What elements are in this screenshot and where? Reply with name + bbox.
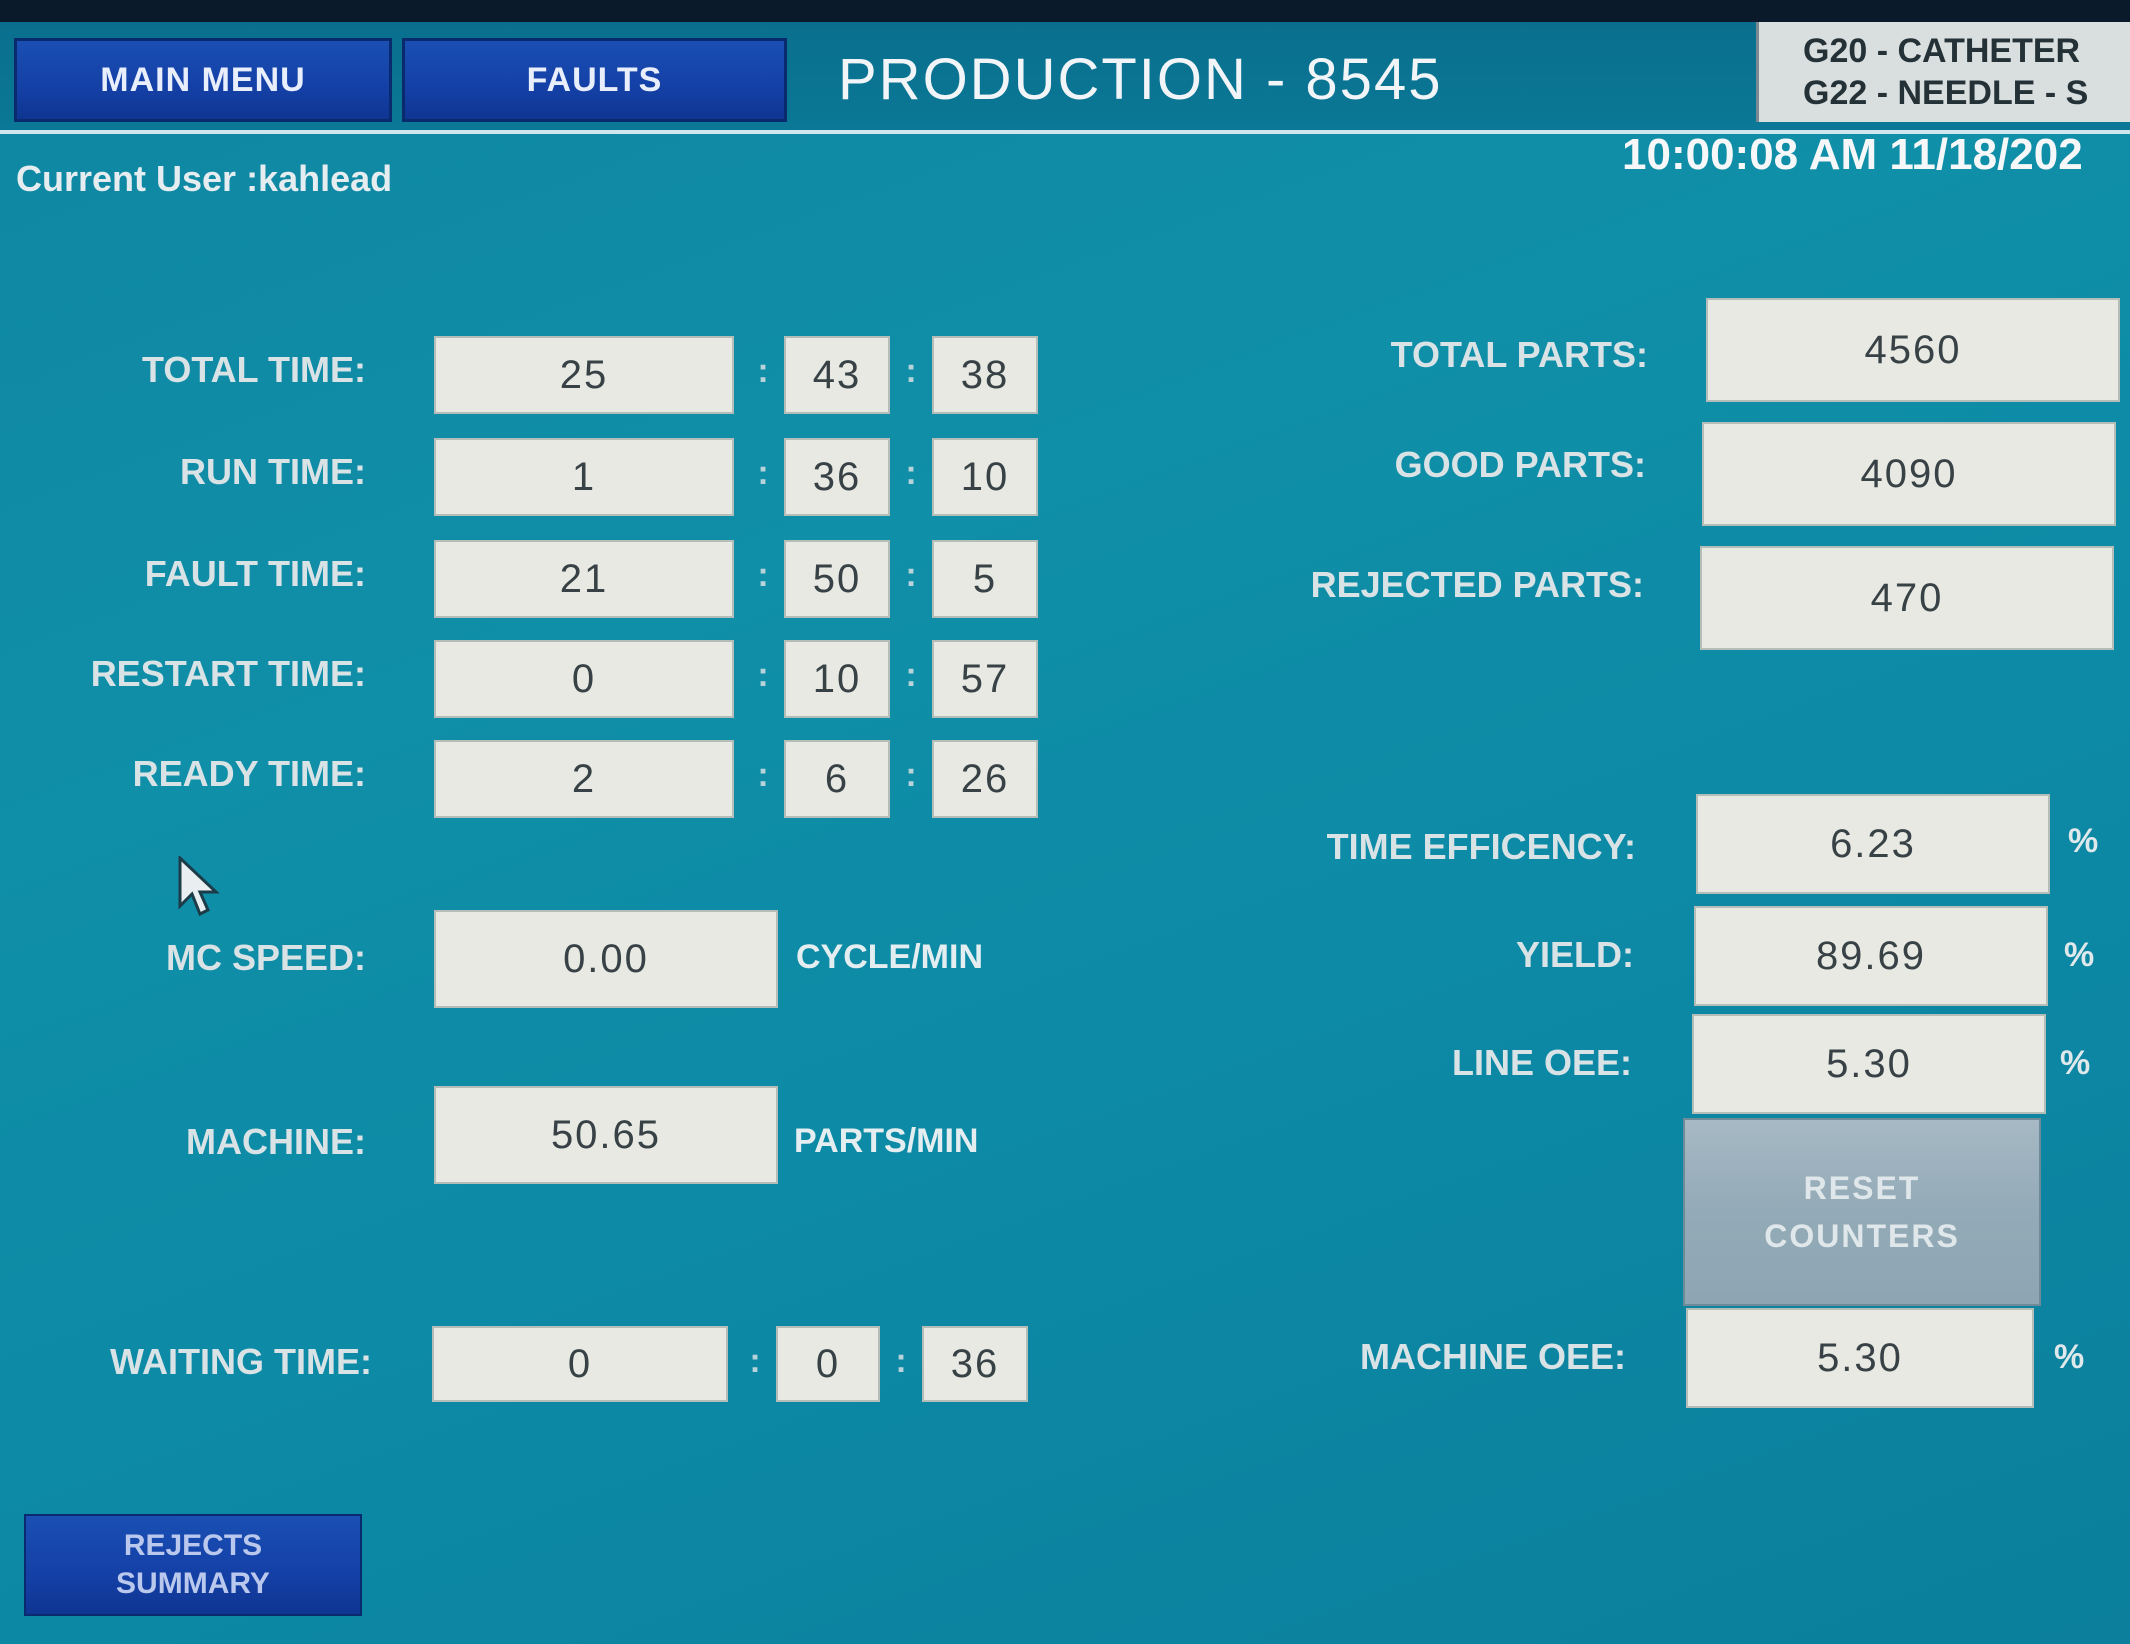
run-time-label: RUN TIME: xyxy=(180,451,366,492)
good-parts-field: 4090 xyxy=(1702,422,2116,526)
fault-time-label: FAULT TIME: xyxy=(144,553,366,594)
fault-time-seconds-field: 5 xyxy=(932,540,1038,618)
reset-counters-button[interactable]: RESET COUNTERS xyxy=(1683,1118,2041,1306)
product-line-2: G22 - NEEDLE - S xyxy=(1803,74,2089,112)
rejects-summary-line-1: REJECTS xyxy=(123,1529,263,1562)
time-separator: : xyxy=(895,1342,907,1380)
ready-time-label: READY TIME: xyxy=(132,753,366,794)
time-separator: : xyxy=(757,756,769,794)
monitor-bezel xyxy=(0,0,2130,22)
product-line-1: G20 - CATHETER xyxy=(1803,32,2081,70)
time-separator: : xyxy=(757,556,769,594)
time-separator: : xyxy=(757,454,769,492)
production-screen: MAIN MENU FAULTS PRODUCTION - 8545 G20 -… xyxy=(0,0,2130,1644)
run-time-minutes-field: 36 xyxy=(784,438,890,516)
ready-time-seconds-field: 26 xyxy=(932,740,1038,818)
yield-label: YIELD: xyxy=(1515,934,1634,975)
current-user-label: Current User :kahlead xyxy=(16,158,393,199)
machine-oee-unit: % xyxy=(2054,1338,2085,1376)
mc-speed-field: 0.00 xyxy=(434,910,778,1008)
waiting-time-label: WAITING TIME: xyxy=(110,1341,372,1382)
total-parts-field: 4560 xyxy=(1706,298,2120,402)
time-separator: : xyxy=(905,352,917,390)
page-title: PRODUCTION - 8545 xyxy=(838,46,1443,112)
total-parts-label: TOTAL PARTS: xyxy=(1390,334,1648,375)
time-separator: : xyxy=(905,556,917,594)
yield-field: 89.69 xyxy=(1694,906,2048,1006)
rejects-summary-line-2: SUMMARY xyxy=(116,1567,270,1600)
restart-time-label: RESTART TIME: xyxy=(90,653,366,694)
machine-label: MACHINE: xyxy=(186,1121,366,1162)
mc-speed-unit: CYCLE/MIN xyxy=(796,938,983,976)
waiting-time-hours-field: 0 xyxy=(432,1326,728,1402)
machine-oee-field: 5.30 xyxy=(1686,1308,2034,1408)
time-separator: : xyxy=(905,454,917,492)
total-time-minutes-field: 43 xyxy=(784,336,890,414)
time-separator: : xyxy=(749,1342,761,1380)
main-menu-button[interactable]: MAIN MENU xyxy=(14,38,392,122)
run-time-seconds-field: 10 xyxy=(932,438,1038,516)
total-time-hours-field: 25 xyxy=(434,336,734,414)
restart-time-minutes-field: 10 xyxy=(784,640,890,718)
machine-oee-label: MACHINE OEE: xyxy=(1359,1336,1626,1377)
ready-time-hours-field: 2 xyxy=(434,740,734,818)
product-info-box: G20 - CATHETER G22 - NEEDLE - S xyxy=(1756,22,2130,122)
time-efficiency-field: 6.23 xyxy=(1696,794,2050,894)
line-oee-label: LINE OEE: xyxy=(1451,1042,1632,1083)
run-time-hours-field: 1 xyxy=(434,438,734,516)
machine-rate-field: 50.65 xyxy=(434,1086,778,1184)
total-time-seconds-field: 38 xyxy=(932,336,1038,414)
restart-time-seconds-field: 57 xyxy=(932,640,1038,718)
rejected-parts-label: REJECTED PARTS: xyxy=(1310,564,1644,605)
restart-time-hours-field: 0 xyxy=(434,640,734,718)
faults-button[interactable]: FAULTS xyxy=(402,38,787,122)
mc-speed-label: MC SPEED: xyxy=(165,937,366,978)
yield-unit: % xyxy=(2064,936,2095,974)
time-efficiency-label: TIME EFFICENCY: xyxy=(1326,826,1636,867)
fault-time-minutes-field: 50 xyxy=(784,540,890,618)
waiting-time-minutes-field: 0 xyxy=(776,1326,880,1402)
machine-rate-unit: PARTS/MIN xyxy=(794,1122,979,1160)
reset-counters-line-1: RESET xyxy=(1803,1170,1921,1206)
ready-time-minutes-field: 6 xyxy=(784,740,890,818)
rejects-summary-button[interactable]: REJECTS SUMMARY xyxy=(24,1514,362,1616)
waiting-time-seconds-field: 36 xyxy=(922,1326,1028,1402)
time-separator: : xyxy=(757,656,769,694)
datetime-display: 10:00:08 AM 11/18/202 xyxy=(1622,130,2083,179)
time-efficiency-unit: % xyxy=(2068,822,2099,860)
good-parts-label: GOOD PARTS: xyxy=(1394,444,1646,485)
rejected-parts-field: 470 xyxy=(1700,546,2114,650)
line-oee-field: 5.30 xyxy=(1692,1014,2046,1114)
total-time-label: TOTAL TIME: xyxy=(142,349,366,390)
time-separator: : xyxy=(757,352,769,390)
reset-counters-line-2: COUNTERS xyxy=(1764,1218,1960,1254)
time-separator: : xyxy=(905,656,917,694)
mouse-pointer-icon xyxy=(178,856,220,917)
fault-time-hours-field: 21 xyxy=(434,540,734,618)
line-oee-unit: % xyxy=(2060,1044,2091,1082)
time-separator: : xyxy=(905,756,917,794)
